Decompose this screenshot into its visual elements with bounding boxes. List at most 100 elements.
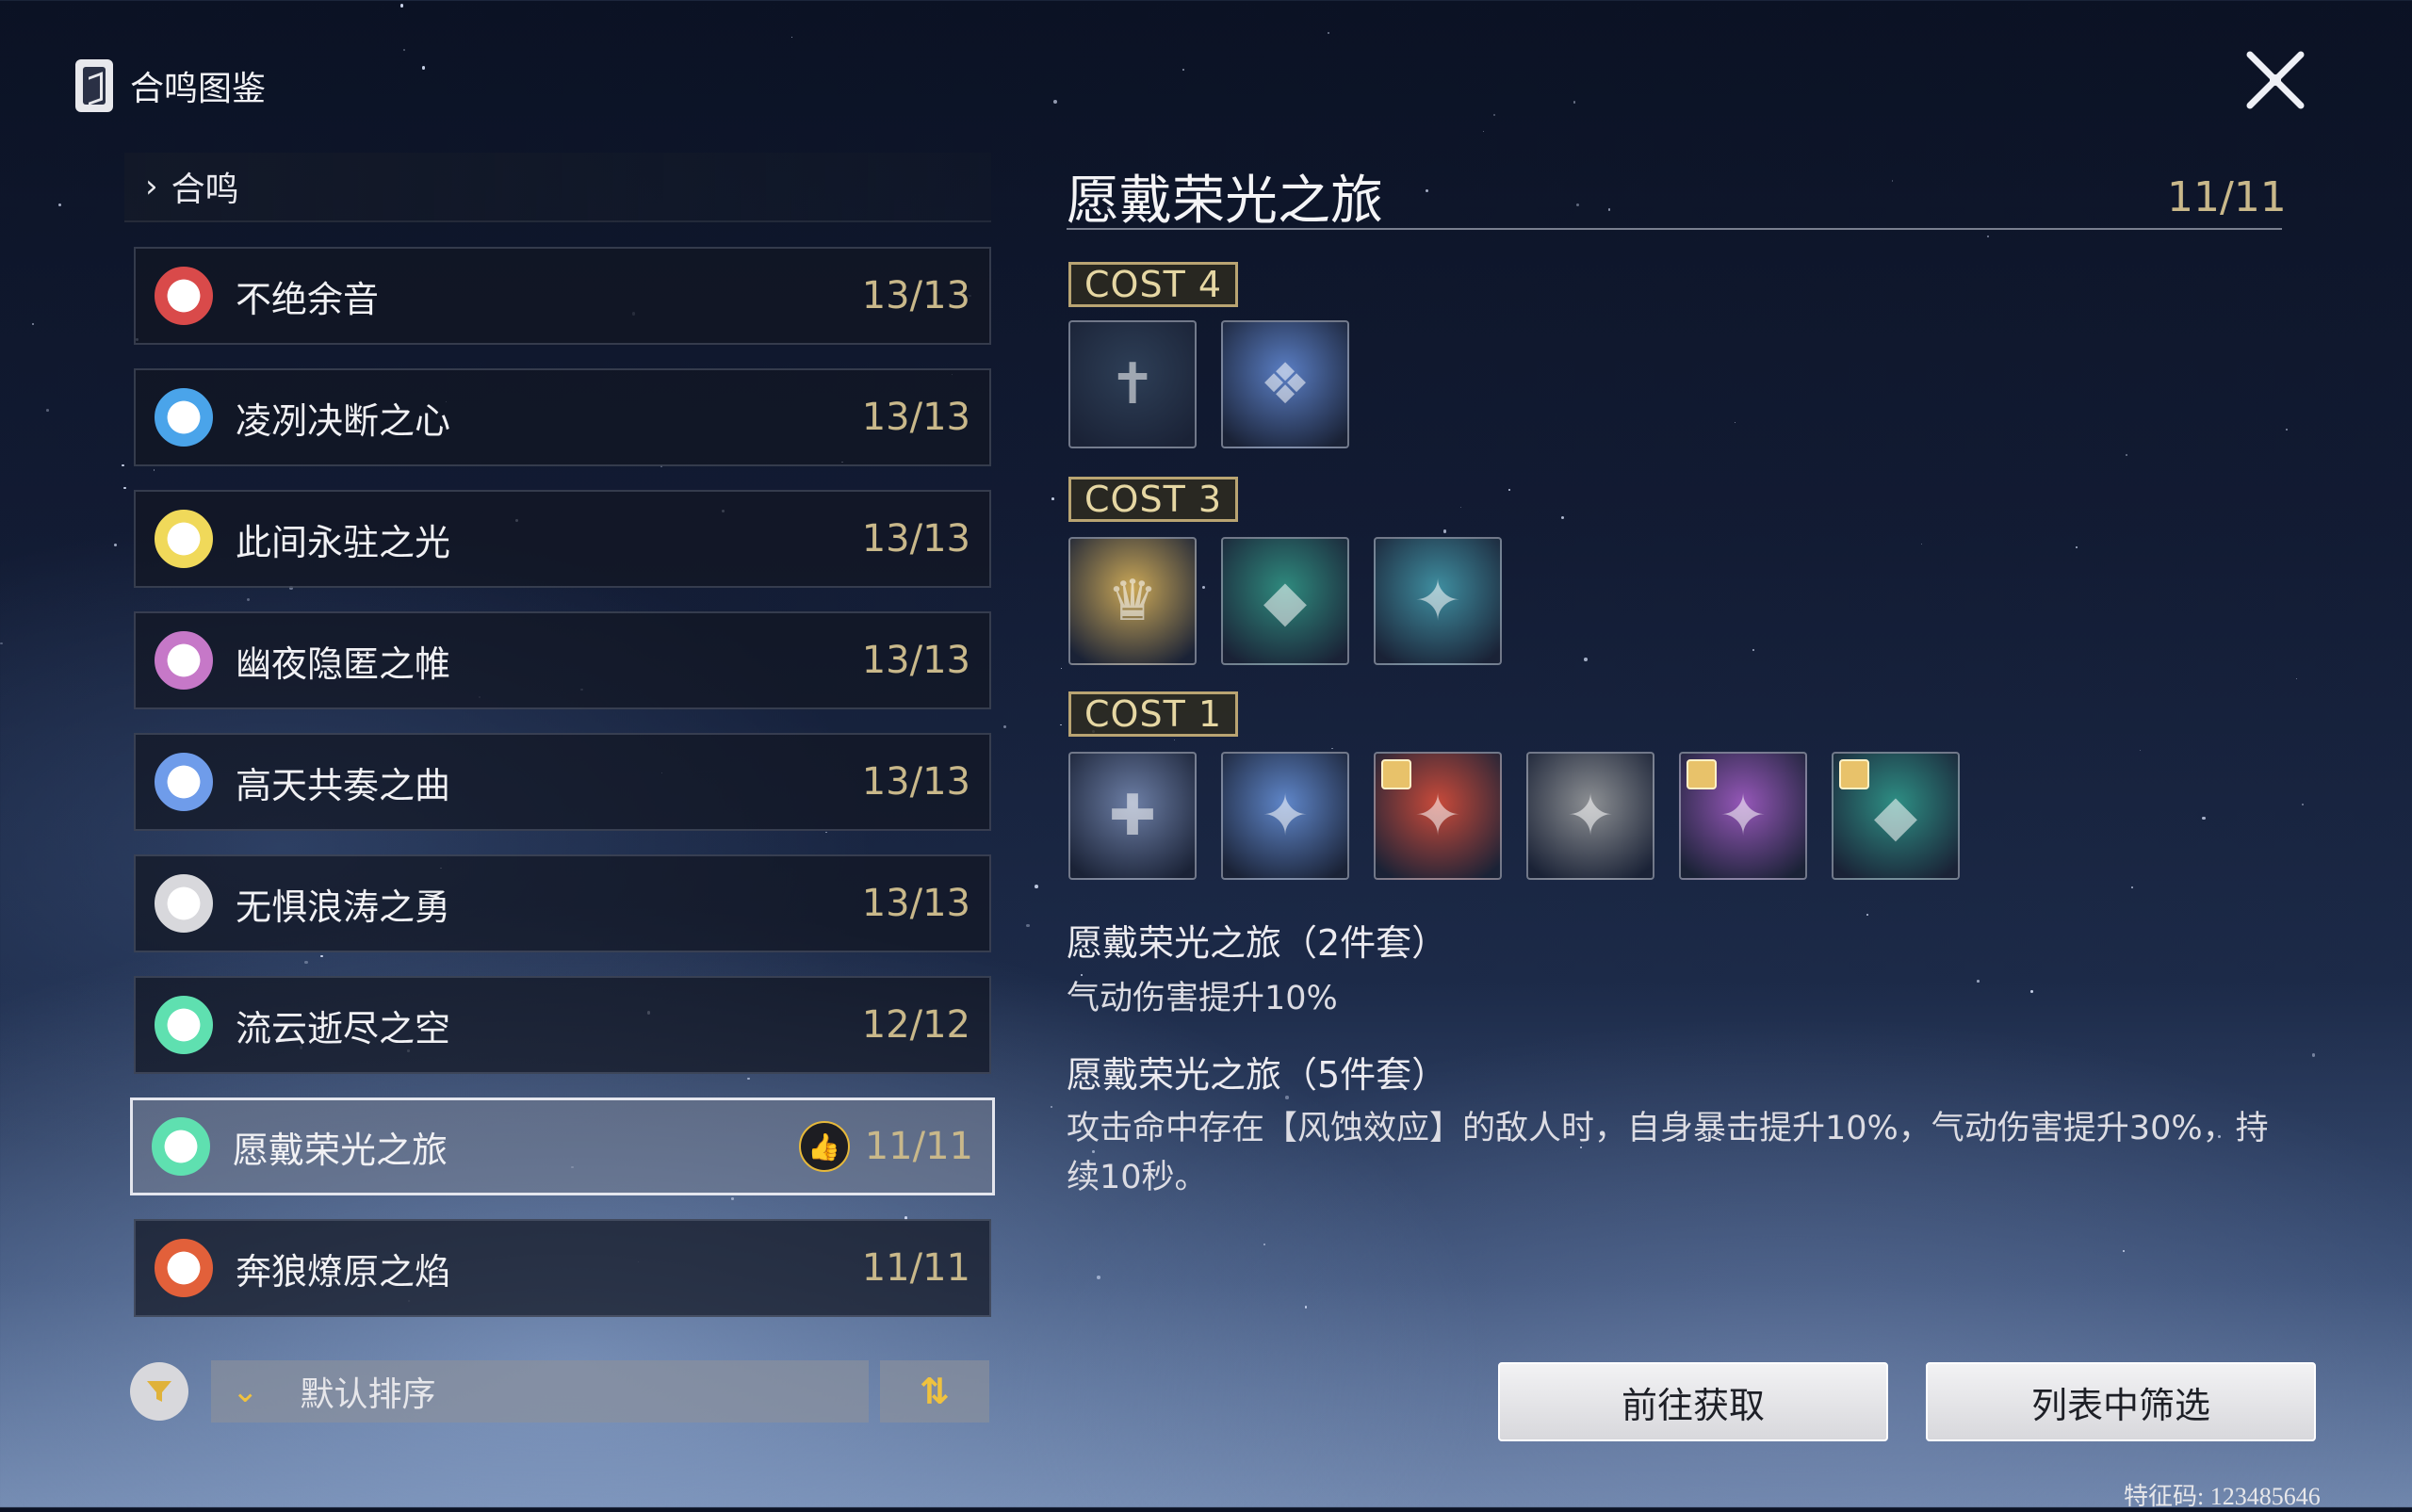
- chevron-down-icon: ⌄: [232, 1373, 259, 1410]
- set-count: 11/11: [864, 1125, 973, 1168]
- star: [1584, 658, 1589, 662]
- star: [2202, 816, 2206, 821]
- star: [1920, 543, 1922, 545]
- echo-portrait-icon: ✚: [1108, 783, 1157, 849]
- star: [2286, 428, 2289, 431]
- thumbs-up-icon: 👍: [798, 1121, 850, 1172]
- sort-label: 默认排序: [300, 1375, 436, 1414]
- star: [1050, 1105, 1052, 1109]
- star: [825, 831, 827, 833]
- category-header[interactable]: › 合鸣: [124, 153, 991, 222]
- star: [123, 486, 126, 490]
- phantom-badge-icon: [1381, 759, 1411, 789]
- star: [1573, 101, 1576, 104]
- sword-echo[interactable]: ✝: [1068, 320, 1197, 448]
- star: [2301, 803, 2304, 805]
- chevron-right-icon: ›: [145, 168, 158, 205]
- cost-tag: COST 4: [1068, 262, 1239, 307]
- star: [1442, 529, 1446, 533]
- filter-in-list-button[interactable]: 列表中筛选: [1926, 1362, 2316, 1441]
- star: [2076, 545, 2078, 548]
- shadow-icon: [155, 631, 213, 690]
- set-item[interactable]: 不绝余音 13/13: [134, 247, 991, 345]
- filter-button[interactable]: [130, 1362, 188, 1421]
- echo-portrait-icon: ✝: [1108, 351, 1157, 417]
- star: [2131, 886, 2134, 888]
- set-item[interactable]: 奔狼燎原之焰 11/11: [134, 1219, 991, 1317]
- star: [1327, 31, 1329, 34]
- set-name: 奔狼燎原之焰: [236, 1250, 451, 1293]
- phantom-badge-icon: [1687, 759, 1717, 789]
- star: [1508, 488, 1511, 491]
- set-item[interactable]: 凌冽决断之心 13/13: [134, 368, 991, 466]
- wing-icon: [155, 996, 213, 1054]
- star: [1002, 725, 1006, 729]
- set-count: 13/13: [861, 274, 970, 317]
- star: [1425, 188, 1428, 192]
- blue-drake-echo[interactable]: ✦: [1221, 752, 1349, 880]
- sort-order-icon: ⇅: [920, 1371, 950, 1412]
- red-drake-echo[interactable]: ✦: [1374, 752, 1502, 880]
- star: [1201, 585, 1206, 590]
- star: [403, 49, 405, 51]
- set-item[interactable]: 无惧浪涛之勇 13/13: [134, 854, 991, 952]
- set-item[interactable]: 流云逝尽之空 12/12: [134, 976, 991, 1074]
- sun-icon: [155, 510, 213, 568]
- divider: [1067, 228, 2282, 230]
- set-name: 无惧浪涛之勇: [236, 886, 451, 928]
- acquire-button[interactable]: 前往获取: [1498, 1362, 1888, 1441]
- star: [2122, 1250, 2125, 1253]
- set-count: 13/13: [861, 396, 970, 439]
- set-count: 12/12: [861, 1003, 970, 1047]
- star: [1752, 648, 1755, 651]
- set-item[interactable]: 愿戴荣光之旅 👍 11/11: [130, 1097, 995, 1195]
- star: [1097, 1275, 1101, 1279]
- codex-icon: [75, 59, 113, 112]
- dragon-echo[interactable]: ❖: [1221, 320, 1349, 448]
- flame-icon: [155, 1239, 213, 1297]
- jade-guardian-echo[interactable]: ◆: [1221, 537, 1349, 665]
- set-item[interactable]: 高天共奏之曲 13/13: [134, 733, 991, 831]
- set-name: 愿戴荣光之旅: [233, 1129, 448, 1171]
- star: [1986, 235, 1989, 237]
- star: [1492, 113, 1496, 117]
- star: [2296, 678, 2298, 680]
- star: [2311, 1053, 2316, 1057]
- cost-tag: COST 3: [1068, 477, 1239, 522]
- star: [304, 960, 308, 965]
- hooded-echo[interactable]: ✚: [1068, 752, 1197, 880]
- violet-drake-echo[interactable]: ✦: [1679, 752, 1807, 880]
- sparkle-icon: [155, 753, 213, 811]
- close-button[interactable]: [2242, 47, 2308, 113]
- star: [1866, 914, 1868, 916]
- star: [2140, 749, 2142, 752]
- jade-echo[interactable]: ◆: [1832, 752, 1960, 880]
- fleur-icon: [152, 1117, 210, 1176]
- set-name: 不绝余音: [236, 278, 380, 320]
- set-item[interactable]: 此间永驻之光 13/13: [134, 490, 991, 588]
- star: [1576, 203, 1580, 206]
- star: [247, 597, 251, 602]
- watermark: 特征码: 123485646: [2124, 1483, 2321, 1510]
- star: [57, 203, 62, 207]
- echo-portrait-icon: ✦: [1566, 783, 1615, 849]
- star: [399, 4, 404, 8]
- star: [421, 66, 426, 70]
- star: [1560, 515, 1565, 520]
- star: [32, 323, 34, 325]
- golden-knight-echo[interactable]: ♛: [1068, 537, 1197, 665]
- star: [1892, 180, 1894, 182]
- set-item[interactable]: 幽夜隐匿之帷 13/13: [134, 611, 991, 709]
- sort-order-button[interactable]: ⇅: [880, 1360, 989, 1423]
- teal-drake-echo[interactable]: ✦: [1374, 537, 1502, 665]
- star: [1053, 99, 1058, 104]
- effect-5-desc: 攻击命中存在【风蚀效应】的敌人时，自身暴击提升10%，气动伤害提升30%，持续1…: [1067, 1110, 2269, 1196]
- echo-portrait-icon: ❖: [1260, 351, 1311, 417]
- star: [1304, 1305, 1308, 1309]
- sort-dropdown[interactable]: ⌄ 默认排序: [211, 1360, 869, 1423]
- set-count: 13/13: [861, 760, 970, 804]
- echo-portrait-icon: ◆: [1873, 783, 1918, 849]
- set-name: 此间永驻之光: [236, 521, 451, 563]
- white-drake-echo[interactable]: ✦: [1526, 752, 1654, 880]
- star: [1459, 506, 1462, 509]
